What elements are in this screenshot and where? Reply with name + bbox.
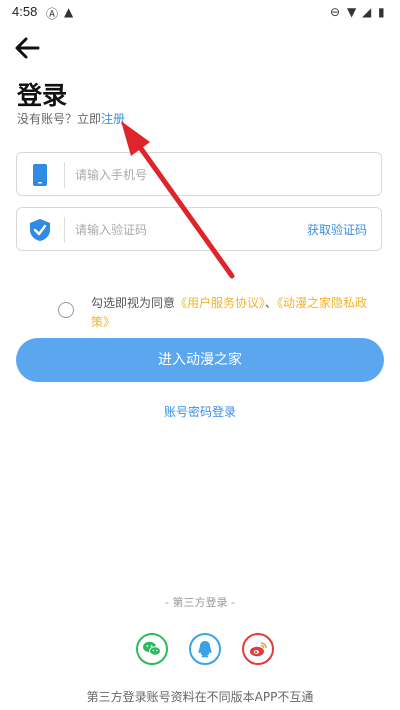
annotation-arrow <box>121 121 235 279</box>
